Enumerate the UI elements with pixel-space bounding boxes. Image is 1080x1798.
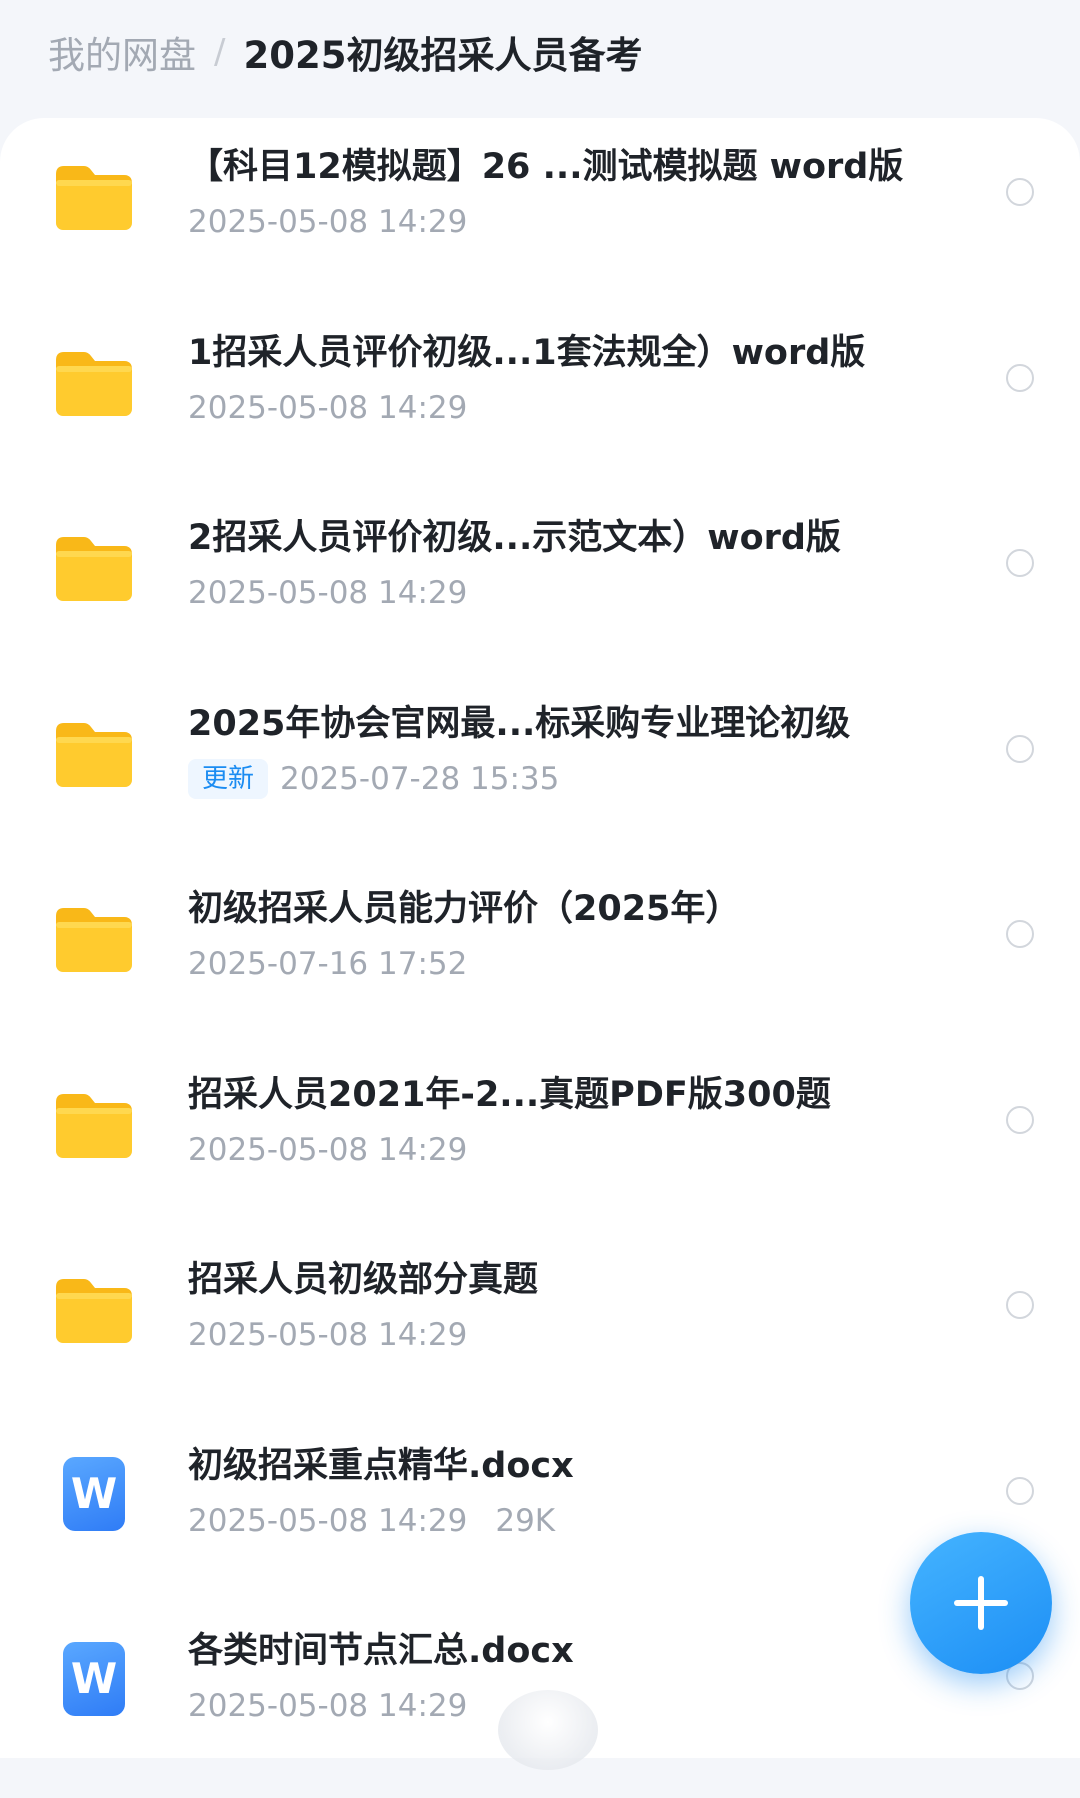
folder-row[interactable]: 2025年协会官网最...标采购专业理论初级 更新 2025-07-28 15:35 [0,685,1080,871]
file-list-panel: 【科目12模拟题】26 ...测试模拟题 word版 2025-05-08 14:… [0,118,1080,1758]
modified-date: 2025-05-08 14:29 [188,204,468,240]
update-badge: 更新 [188,758,269,799]
file-name: 1招采人员评价初级...1套法规全）word版 [188,332,866,373]
file-name: 2025年协会官网最...标采购专业理论初级 [188,703,851,744]
file-name: 2招采人员评价初级...示范文本）word版 [188,518,841,558]
modified-date: 2025-05-08 14:29 [188,575,468,611]
file-name: 【科目12模拟题】26 ...测试模拟题 word版 [188,147,904,187]
select-radio[interactable] [1006,549,1034,577]
select-radio[interactable] [1006,920,1034,948]
file-name: 初级招采人员能力评价（2025年） [188,889,741,929]
modified-date: 2025-05-08 14:29 [188,1502,468,1539]
word-letter: W [63,1642,125,1716]
file-name: 招采人员2021年-2...真题PDF版300题 [188,1074,831,1115]
file-meta: 2025-05-08 14:29 29K [188,1497,555,1545]
modified-date: 2025-05-08 14:29 [188,389,468,426]
folder-row[interactable]: 1招采人员评价初级...1套法规全）word版 2025-05-08 14:29 [0,314,1080,500]
file-meta: 2025-05-08 14:29 [188,569,467,617]
breadcrumb-root-link[interactable]: 我的网盘 [48,25,196,79]
modified-date: 2025-07-28 15:35 [280,760,560,797]
file-name: 初级招采重点精华.docx [188,1445,574,1486]
select-radio[interactable] [1006,1476,1034,1505]
folder-icon [52,896,136,980]
add-fab-button[interactable] [910,1532,1052,1674]
word-doc-icon: W [52,1638,136,1722]
folder-icon [52,525,136,609]
folder-row[interactable]: 【科目12模拟题】26 ...测试模拟题 word版 2025-05-08 14:… [0,128,1080,314]
folder-icon [52,1267,136,1351]
breadcrumb-current-folder: 2025初级招采人员备考 [243,34,643,77]
folder-row[interactable]: 招采人员2021年-2...真题PDF版300题 2025-05-08 14:29 [0,1056,1080,1242]
file-meta: 2025-05-08 14:29 [188,198,467,246]
word-letter: W [63,1456,125,1531]
file-meta: 2025-07-16 17:52 [188,940,467,988]
modified-date: 2025-05-08 14:29 [188,1317,468,1353]
file-meta: 2025-05-08 14:29 [188,384,467,432]
file-name: 招采人员初级部分真题 [188,1260,539,1300]
select-radio[interactable] [1006,1291,1034,1319]
breadcrumb: 我的网盘 / 2025初级招采人员备考 [48,22,642,82]
folder-icon [52,154,136,238]
select-radio[interactable] [1006,178,1034,206]
folder-icon [52,1082,136,1166]
word-doc-icon: W [52,1453,136,1537]
folder-icon [52,711,136,795]
file-meta: 2025-05-08 14:29 [188,1311,467,1359]
file-meta: 2025-05-08 14:29 [188,1126,467,1174]
file-name: 各类时间节点汇总.docx [188,1631,574,1671]
folder-row[interactable]: 2招采人员评价初级...示范文本）word版 2025-05-08 14:29 [0,499,1080,685]
modified-date: 2025-05-08 14:29 [188,1688,468,1724]
modified-date: 2025-07-16 17:52 [188,946,468,982]
file-meta: 更新 2025-07-28 15:35 [188,755,559,803]
select-radio[interactable] [1006,1105,1034,1134]
breadcrumb-separator: / [214,32,226,72]
select-radio[interactable] [1006,734,1034,763]
modified-date: 2025-05-08 14:29 [188,1131,468,1168]
file-size: 29K [495,1502,556,1539]
folder-icon [52,340,136,424]
folder-row[interactable]: 初级招采人员能力评价（2025年） 2025-07-16 17:52 [0,870,1080,1056]
select-radio[interactable] [1006,363,1034,392]
floating-ball-overlay[interactable] [498,1690,598,1770]
folder-row[interactable]: 招采人员初级部分真题 2025-05-08 14:29 [0,1241,1080,1427]
file-meta: 2025-05-08 14:29 [188,1682,467,1730]
